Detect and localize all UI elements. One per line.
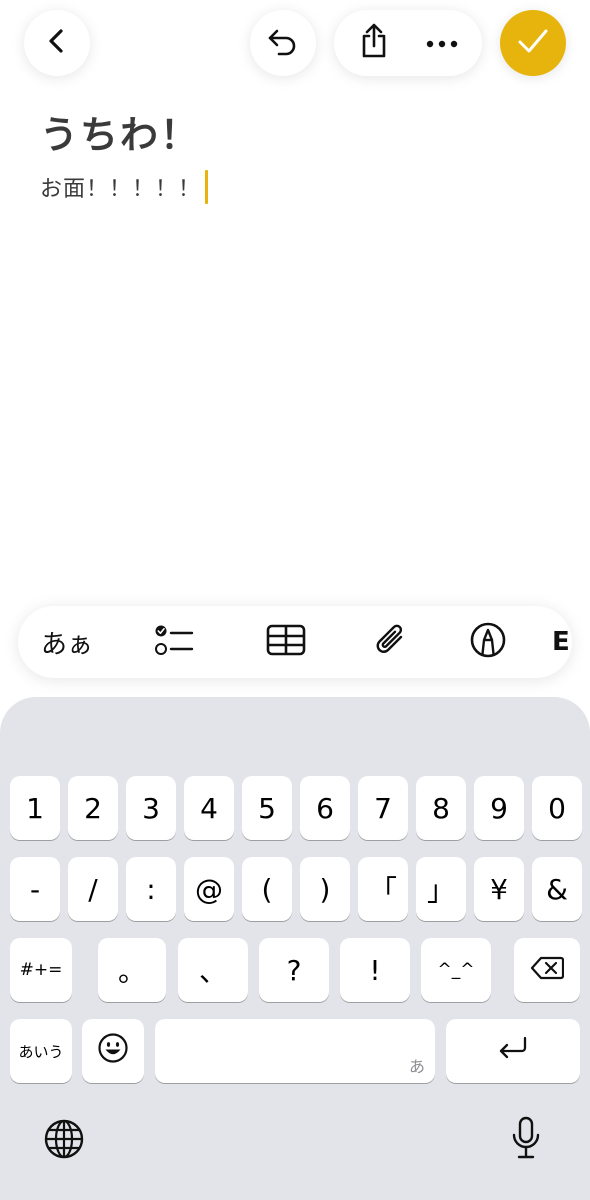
space-key-hint: あ	[408, 1057, 425, 1076]
key-open-paren[interactable]: (	[242, 857, 292, 921]
note-body-text: お面！！！！！	[40, 177, 202, 202]
key-1[interactable]: 1	[10, 776, 60, 840]
microphone-button[interactable]	[504, 1113, 548, 1167]
note-body-line[interactable]: お面！！！！！	[40, 170, 209, 204]
return-key[interactable]	[446, 1019, 580, 1083]
space-key[interactable]: あ	[155, 1019, 435, 1083]
key-question[interactable]: ?	[259, 938, 329, 1002]
more-horizontal-icon	[425, 34, 459, 53]
key-kana-mode[interactable]: あいう	[10, 1019, 72, 1083]
toolbar-overflow-label: E	[552, 627, 570, 657]
key-ampersand[interactable]: &	[532, 857, 582, 921]
key-5[interactable]: 5	[242, 776, 292, 840]
formatting-toolbar: あぁ E	[18, 606, 572, 678]
text-format-button[interactable]: あぁ	[32, 606, 102, 678]
share-icon	[357, 22, 391, 64]
emoji-key[interactable]	[82, 1019, 144, 1083]
key-4[interactable]: 4	[184, 776, 234, 840]
globe-button[interactable]	[40, 1117, 88, 1165]
key-close-paren[interactable]: )	[300, 857, 350, 921]
key-colon[interactable]: :	[126, 857, 176, 921]
undo-button[interactable]	[250, 10, 316, 76]
toolbar-overflow-item[interactable]: E	[552, 606, 572, 678]
done-button[interactable]	[500, 10, 566, 76]
checklist-button[interactable]	[136, 606, 212, 678]
undo-icon	[265, 23, 301, 63]
key-3[interactable]: 3	[126, 776, 176, 840]
share-button[interactable]	[341, 10, 407, 76]
more-button[interactable]	[409, 10, 475, 76]
delete-icon	[530, 954, 565, 987]
key-6[interactable]: 6	[300, 776, 350, 840]
keyboard: 1 2 3 4 5 6 7 8 9 0 - / : @ ( ) 「 」 ¥ & …	[0, 697, 590, 1200]
key-slash[interactable]: /	[68, 857, 118, 921]
delete-key[interactable]	[514, 938, 580, 1002]
key-open-bracket[interactable]: 「	[358, 857, 408, 921]
actions-pill	[334, 10, 482, 76]
microphone-icon	[511, 1115, 541, 1165]
pen-circle-icon	[469, 621, 507, 663]
globe-icon	[43, 1118, 85, 1164]
markup-button[interactable]	[450, 606, 526, 678]
checklist-icon	[154, 623, 194, 661]
chevron-left-icon	[42, 26, 72, 60]
key-9[interactable]: 9	[474, 776, 524, 840]
note-title[interactable]: うちわ！	[40, 104, 200, 159]
key-comma-jp[interactable]: 、	[178, 938, 248, 1002]
text-cursor	[205, 170, 209, 204]
paperclip-icon	[374, 621, 410, 663]
key-8[interactable]: 8	[416, 776, 466, 840]
return-icon	[496, 1035, 530, 1068]
table-icon	[266, 624, 306, 660]
key-yen[interactable]: ¥	[474, 857, 524, 921]
key-2[interactable]: 2	[68, 776, 118, 840]
key-7[interactable]: 7	[358, 776, 408, 840]
key-at[interactable]: @	[184, 857, 234, 921]
attachment-button[interactable]	[354, 606, 430, 678]
key-period-jp[interactable]: 。	[98, 938, 166, 1002]
text-format-label: あぁ	[40, 629, 93, 660]
key-close-bracket[interactable]: 」	[416, 857, 466, 921]
key-kaomoji[interactable]: ^_^	[421, 938, 491, 1002]
key-hyphen[interactable]: -	[10, 857, 60, 921]
checkmark-icon	[516, 26, 550, 60]
emoji-icon	[97, 1032, 129, 1071]
key-more-symbols[interactable]: #+=	[10, 938, 72, 1002]
key-exclamation[interactable]: !	[340, 938, 410, 1002]
table-button[interactable]	[248, 606, 324, 678]
key-0[interactable]: 0	[532, 776, 582, 840]
back-button[interactable]	[24, 10, 90, 76]
